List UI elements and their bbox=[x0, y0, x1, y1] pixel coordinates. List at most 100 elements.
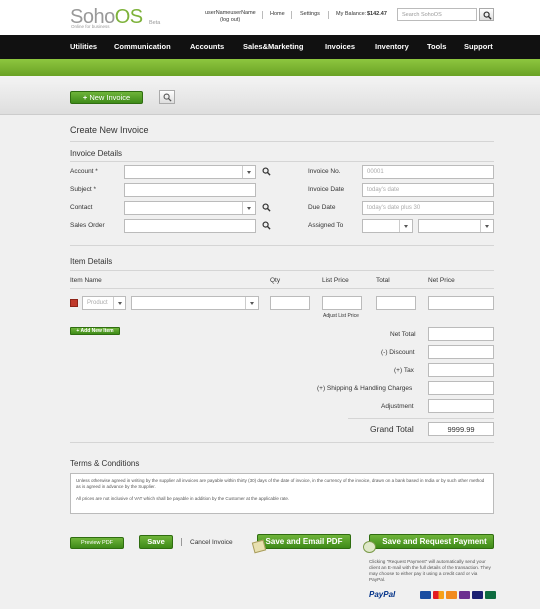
paypal-logo: PayPal bbox=[369, 590, 396, 599]
nav-support[interactable]: Support bbox=[464, 42, 493, 51]
nav-tools[interactable]: Tools bbox=[427, 42, 446, 51]
divider bbox=[291, 11, 292, 19]
sales-order-field[interactable] bbox=[124, 219, 256, 233]
divider bbox=[70, 442, 494, 443]
settings-link[interactable]: Settings bbox=[300, 11, 320, 17]
terms-textarea[interactable]: Unless otherwise agreed in writing by th… bbox=[70, 473, 494, 514]
card-icon bbox=[485, 591, 496, 599]
divider bbox=[181, 538, 182, 546]
assigned-type-select[interactable] bbox=[362, 219, 413, 233]
plus-icon: + bbox=[82, 93, 88, 102]
money-icon bbox=[363, 541, 376, 553]
subject-field[interactable] bbox=[124, 183, 256, 197]
grand-total-label: Grand Total bbox=[370, 424, 414, 434]
col-list-price: List Price bbox=[322, 277, 349, 284]
save-email-pdf-label: Save and Email PDF bbox=[265, 537, 343, 546]
total-field[interactable] bbox=[376, 296, 416, 310]
nav-utilities[interactable]: Utilities bbox=[70, 42, 97, 51]
net-total-label: Net Total bbox=[390, 331, 416, 338]
cancel-invoice-link[interactable]: Cancel Invoice bbox=[190, 539, 233, 546]
sales-order-lookup-icon[interactable] bbox=[262, 221, 271, 230]
divider bbox=[348, 418, 494, 419]
invoice-no-field[interactable]: 00001 bbox=[362, 165, 494, 179]
invoice-no-label: Invoice No. bbox=[308, 168, 341, 175]
shipping-field[interactable] bbox=[428, 381, 494, 395]
item-details-title: Item Details bbox=[70, 257, 113, 266]
accent-band bbox=[0, 59, 540, 76]
home-link[interactable]: Home bbox=[270, 11, 285, 17]
divider bbox=[70, 245, 494, 246]
invoice-date-field[interactable]: today's date bbox=[362, 183, 494, 197]
search-icon bbox=[163, 93, 172, 102]
plus-icon: + bbox=[76, 328, 80, 334]
invoice-details-title: Invoice Details bbox=[70, 149, 123, 158]
mastercard-icon bbox=[433, 591, 444, 599]
account-select[interactable] bbox=[124, 165, 256, 179]
add-new-item-label: Add New Item bbox=[80, 328, 114, 334]
assigned-to-label: Assigned To bbox=[308, 222, 344, 229]
col-net-price: Net Price bbox=[428, 277, 455, 284]
tax-field[interactable] bbox=[428, 363, 494, 377]
list-price-field[interactable] bbox=[322, 296, 362, 310]
add-new-item-button[interactable]: + Add New Item bbox=[70, 327, 120, 335]
col-item-name: Item Name bbox=[70, 277, 102, 284]
chevron-down-icon bbox=[480, 220, 493, 232]
divider bbox=[70, 161, 494, 162]
save-button[interactable]: Save bbox=[139, 535, 173, 549]
terms-text-1: Unless otherwise agreed in writing by th… bbox=[76, 478, 485, 489]
balance-value: $142.47 bbox=[367, 11, 387, 17]
balance-label: My Balance: bbox=[336, 11, 367, 17]
request-payment-note: Clicking "Request Payment" will automati… bbox=[369, 559, 491, 582]
adjustment-field[interactable] bbox=[428, 399, 494, 413]
search-input[interactable]: Search SohoOS bbox=[397, 8, 477, 21]
preview-pdf-button[interactable]: Preview PDF bbox=[70, 537, 124, 549]
nav-invoices[interactable]: Invoices bbox=[325, 42, 355, 51]
divider bbox=[262, 11, 263, 19]
save-request-payment-label: Save and Request Payment bbox=[382, 537, 487, 546]
shipping-label: (+) Shipping & Handling Charges bbox=[317, 385, 413, 392]
assigned-user-select[interactable] bbox=[418, 219, 494, 233]
item-name-select[interactable] bbox=[131, 296, 259, 310]
top-header: SohoOS Online for business Beta userName… bbox=[0, 0, 540, 35]
col-total: Total bbox=[376, 277, 390, 284]
contact-lookup-icon[interactable] bbox=[262, 203, 271, 212]
divider bbox=[328, 11, 329, 19]
net-price-field[interactable] bbox=[428, 296, 494, 310]
discount-label: (-) Discount bbox=[381, 349, 415, 356]
main-nav: Utilities Communication Accounts Sales&M… bbox=[0, 35, 540, 59]
net-total-field[interactable] bbox=[428, 327, 494, 341]
divider bbox=[70, 141, 494, 142]
discount-field[interactable] bbox=[428, 345, 494, 359]
nav-accounts[interactable]: Accounts bbox=[190, 42, 224, 51]
contact-select[interactable] bbox=[124, 201, 256, 215]
nav-sales-marketing[interactable]: Sales&Marketing bbox=[243, 42, 303, 51]
account-lookup-icon[interactable] bbox=[262, 167, 271, 176]
due-date-field[interactable]: today's date plus 30 bbox=[362, 201, 494, 215]
new-invoice-button[interactable]: + New Invoice bbox=[70, 91, 143, 104]
nav-inventory[interactable]: Inventory bbox=[375, 42, 409, 51]
divider bbox=[70, 270, 494, 271]
search-invoices-button[interactable] bbox=[159, 90, 175, 104]
save-request-payment-button[interactable]: Save and Request Payment bbox=[369, 534, 494, 549]
adjust-list-price-link[interactable]: Adjust List Price bbox=[323, 313, 359, 319]
search-button[interactable] bbox=[479, 8, 494, 21]
invoice-date-label: Invoice Date bbox=[308, 186, 345, 193]
terms-text-2: All prices are not inclusive of VAT whic… bbox=[76, 496, 290, 501]
amex-card-icon bbox=[420, 591, 431, 599]
due-date-label: Due Date bbox=[308, 204, 336, 211]
logo-accent: OS bbox=[114, 6, 143, 28]
nav-communication[interactable]: Communication bbox=[114, 42, 171, 51]
chevron-down-icon bbox=[242, 202, 255, 214]
logout-link[interactable]: (log out) bbox=[220, 17, 240, 23]
discover-card-icon bbox=[446, 591, 457, 599]
save-email-pdf-button[interactable]: Save and Email PDF bbox=[257, 534, 351, 549]
chevron-down-icon bbox=[242, 166, 255, 178]
col-qty: Qty bbox=[270, 277, 281, 284]
visa-card-icon bbox=[472, 591, 483, 599]
qty-field[interactable] bbox=[270, 296, 310, 310]
page-title: Create New Invoice bbox=[70, 125, 149, 135]
adjustment-label: Adjustment bbox=[381, 403, 414, 410]
maestro-card-icon bbox=[459, 591, 470, 599]
grand-total-field[interactable]: 9999.99 bbox=[428, 422, 494, 436]
remove-item-icon[interactable] bbox=[70, 299, 78, 307]
